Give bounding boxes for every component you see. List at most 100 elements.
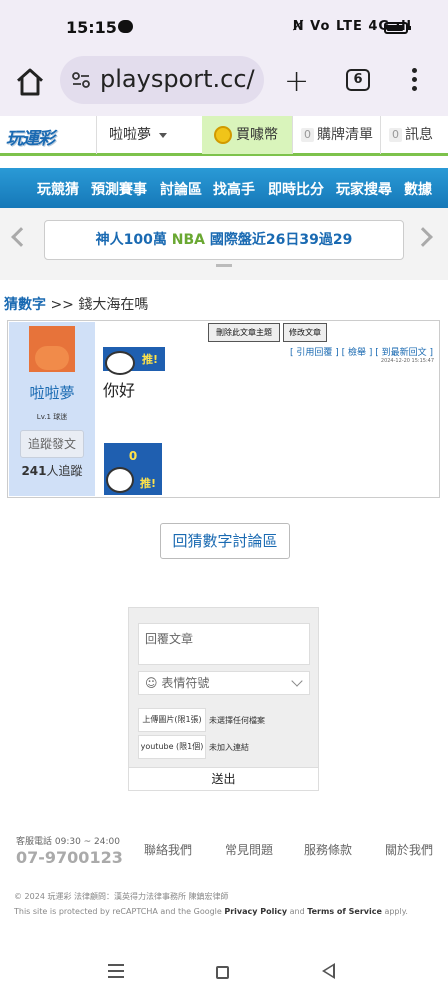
main-nav: 玩競猜 預測賽事 討論區 找高手 即時比分 玩家搜尋 數據 [0,168,448,208]
emoji-select-label: 表情符號 [161,676,210,690]
post-content: 你好 [103,381,136,400]
privacy-policy-link[interactable]: Privacy Policy [224,907,287,916]
hotline-label: 客服電話 09:30 ~ 24:00 [16,837,120,847]
upload-status: 未選擇任何檔案 [209,716,265,725]
ticker-part-2: NBA [171,232,205,248]
more-menu-icon[interactable] [412,68,418,92]
tab-switcher-button[interactable]: 6 [346,69,370,91]
avatar[interactable] [29,326,75,372]
messages-count-badge: 0 [389,128,402,142]
push-tag: 推! [103,347,165,375]
new-tab-icon[interactable]: + [284,64,309,99]
push-button[interactable]: 0 推! [104,443,162,495]
ticker-part-3: 國際盤近26日39過29 [209,232,353,248]
post-timestamp: 2024-12-20 15:15:47 [380,358,434,364]
messages-button[interactable]: 0 訊息 [380,116,448,154]
buy-coins-label: 買噱幣 [236,127,278,143]
coin-icon [214,126,232,144]
recaptcha-notice: This site is protected by reCAPTCHA and … [14,907,408,916]
forum-post: 啦啦夢 Lv.1 球迷 追蹤發文 241人追蹤 刪除此文章主題 修改文章 [ 引… [7,320,440,498]
recents-icon[interactable] [108,964,124,982]
url-bar[interactable]: playsport.cc/ [60,56,264,104]
chevron-right-icon[interactable] [413,227,433,247]
status-time: 15:15 [66,18,117,37]
delete-topic-button[interactable]: 刪除此文章主題 [208,323,280,342]
hotline-number[interactable]: 07-9700123 [16,848,123,867]
recaptcha-and: and [287,907,308,916]
cart-count-badge: 0 [301,128,314,142]
breadcrumb-forum-link[interactable]: 猜數字 [4,297,46,313]
push-button-label: 推! [139,477,156,490]
nav-item-forum[interactable]: 討論區 [160,179,202,199]
ticker-banner[interactable]: 神人100萬 NBA 國際盤近26日39過29 [44,220,404,260]
site-settings-icon[interactable] [71,70,91,90]
nav-item-player-search[interactable]: 玩家搜尋 [336,179,392,199]
cart-label: 購牌清單 [317,127,373,143]
footer-link-terms[interactable]: 服務條款 [304,841,352,858]
ticker-part-1: 神人100萬 [95,232,167,248]
site-logo[interactable]: 玩運彩 [6,124,55,149]
cart-button[interactable]: 0 購牌清單 [292,116,380,154]
nav-item-data[interactable]: 數據 [404,179,432,199]
breadcrumb: 猜數字 >> 錢大海在嗎 [4,294,148,314]
chevron-down-icon [291,675,303,687]
terms-of-service-link[interactable]: Terms of Service [307,907,382,916]
reply-textarea[interactable]: 回覆文章 [138,623,310,665]
nav-item-play[interactable]: 玩競猜 [37,179,79,199]
site-header: 玩運彩 啦啦夢 買噱幣 0 購牌清單 0 訊息 [0,116,448,156]
buy-coins-button[interactable]: 買噱幣 [202,116,292,154]
copyright: © 2024 玩運彩 法律顧問：漢英得力法律事務所 陳鎮宏律師 [14,892,229,901]
carousel-indicator [216,264,232,267]
footer-link-contact[interactable]: 聯絡我們 [144,841,192,858]
back-arrow-icon[interactable] [322,963,335,979]
breadcrumb-separator: >> [50,297,74,313]
battery-icon [384,22,411,34]
messages-label: 訊息 [405,127,433,143]
report-link[interactable]: [ 檢舉 ] [342,348,373,358]
author-name[interactable]: 啦啦夢 [9,382,95,403]
user-menu-label: 啦啦夢 [109,127,151,143]
follower-count-value: 241 [21,464,47,478]
author-panel: 啦啦夢 Lv.1 球迷 追蹤發文 241人追蹤 [9,322,95,496]
browser-toolbar: playsport.cc/ + 6 [0,56,448,116]
breadcrumb-current: 錢大海在嗎 [78,297,149,313]
latest-reply-link[interactable]: [ 到最新回文 ] [375,348,433,358]
mascot-icon [105,351,135,375]
home-button-icon[interactable] [216,966,229,979]
push-count: 0 [128,449,138,463]
follower-count: 241人追蹤 [9,462,95,479]
line-app-icon [118,20,133,33]
url-text[interactable]: playsport.cc/ [100,65,255,93]
follow-button[interactable]: 追蹤發文 [20,430,84,458]
nav-item-live-score[interactable]: 即時比分 [268,179,324,199]
chevron-left-icon[interactable] [11,227,31,247]
edit-post-button[interactable]: 修改文章 [283,323,327,342]
youtube-status: 未加入連結 [209,743,249,752]
recaptcha-text: This site is protected by reCAPTCHA and … [14,907,225,916]
reply-form: 回覆文章 ☺ 表情符號 上傳圖片(限1張) 未選擇任何檔案 youtube (限… [128,607,319,791]
quote-reply-link[interactable]: [ 引用回覆 ] [290,348,339,358]
home-icon[interactable] [14,66,46,98]
nav-item-experts[interactable]: 找高手 [213,179,255,199]
android-nav-bar [0,944,448,1000]
youtube-link-button[interactable]: youtube (限1個) [138,735,206,759]
author-level: Lv.1 球迷 [36,413,68,421]
post-links: [ 引用回覆 ] [ 檢舉 ] [ 到最新回文 ] [290,345,433,358]
ticker-carousel: 神人100萬 NBA 國際盤近26日39過29 [0,208,448,280]
status-bar: 15:15 N̸ Vo LTE 4G ıll [0,0,448,56]
caret-down-icon [159,132,168,138]
nav-item-predict[interactable]: 預測賽事 [91,179,147,199]
submit-button[interactable]: 送出 [129,767,318,790]
push-tag-label: 推! [141,353,158,366]
site-footer: 客服電話 09:30 ~ 24:00 07-9700123 聯絡我們 常見問題 … [0,818,448,930]
emoji-select[interactable]: ☺ 表情符號 [138,671,310,695]
footer-link-faq[interactable]: 常見問題 [225,841,273,858]
footer-link-about[interactable]: 關於我們 [385,841,433,858]
mascot-icon [106,467,134,493]
user-menu[interactable]: 啦啦夢 [96,116,202,154]
follower-count-label: 人追蹤 [46,464,83,478]
smiley-icon: ☺ [145,676,158,690]
recaptcha-apply: apply. [381,907,408,916]
back-to-forum-button[interactable]: 回猜數字討論區 [160,523,290,559]
upload-image-button[interactable]: 上傳圖片(限1張) [138,708,206,732]
